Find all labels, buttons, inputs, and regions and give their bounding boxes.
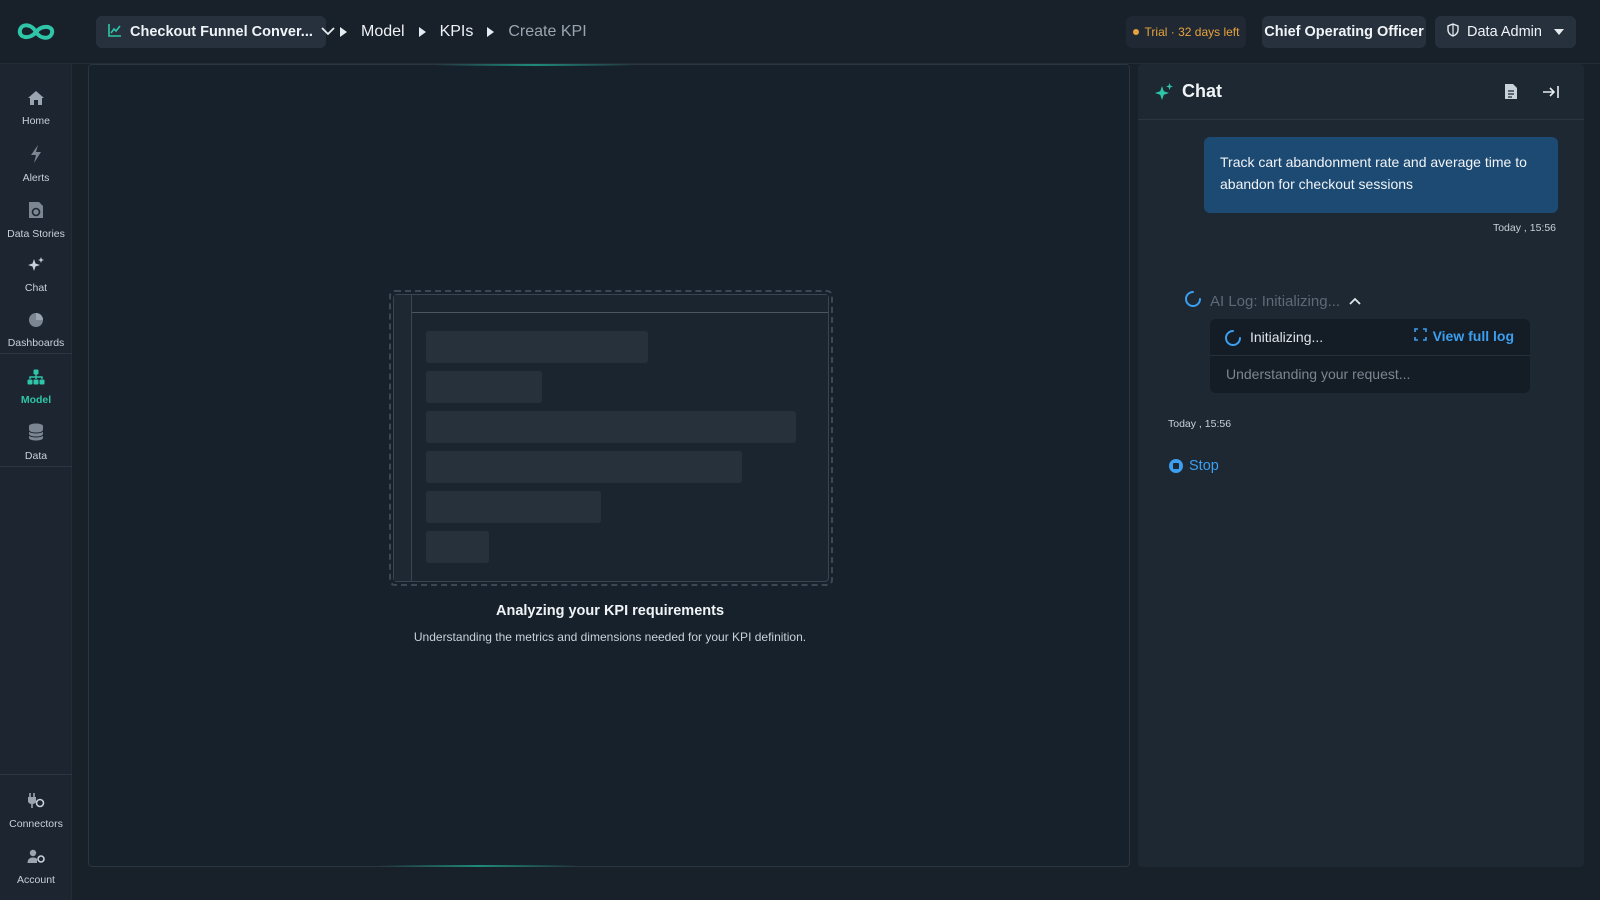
skeleton-sidebar [394, 295, 412, 581]
expand-icon [1413, 328, 1427, 344]
message-timestamp: Today , 15:56 [1168, 418, 1232, 430]
sparkle-icon [1154, 83, 1174, 106]
sidebar-item-connectors[interactable]: Connectors [0, 785, 72, 837]
ai-log-label: AI Log: Initializing... [1210, 292, 1341, 310]
caret-down-icon [1554, 29, 1564, 35]
analyzing-subtitle: Understanding the metrics and dimensions… [413, 630, 807, 644]
chevron-down-icon [321, 23, 335, 41]
kpi-skeleton-placeholder [389, 290, 833, 586]
caret-right-icon [487, 27, 495, 37]
log-detail: Understanding your request... [1226, 366, 1411, 382]
lightning-icon [30, 144, 42, 168]
view-full-log-label: View full log [1432, 328, 1514, 344]
admin-label: Data Admin [1467, 24, 1542, 40]
user-message-bubble: Track cart abandonment rate and average … [1204, 137, 1558, 213]
stop-label: Stop [1189, 458, 1219, 474]
sidebar-item-label: Alerts [22, 171, 50, 184]
top-bar: Checkout Funnel Conver... Model KPIs Cre… [0, 0, 1600, 64]
home-icon [27, 90, 45, 111]
loading-glow [434, 64, 634, 66]
skeleton-bar [426, 331, 648, 363]
caret-right-icon [418, 27, 426, 37]
ai-log-header: Initializing... View full log [1210, 319, 1530, 356]
chat-header: Chat [1138, 64, 1584, 120]
sidebar-item-alerts[interactable]: Alerts [0, 138, 72, 190]
spinner-icon [1224, 329, 1242, 352]
sidebar-item-label: Connectors [9, 817, 63, 830]
role-label: Chief Operating Officer [1264, 24, 1424, 40]
caret-right-icon [340, 27, 347, 37]
chat-panel: Chat Track cart abandonment rate and ave… [1138, 64, 1584, 867]
sidebar-divider [0, 466, 72, 467]
breadcrumb-model[interactable]: Model [361, 23, 405, 41]
trial-badge[interactable]: Trial · 32 days left [1126, 16, 1246, 48]
sidebar-item-label: Data Stories [7, 227, 65, 240]
status-dot-icon [1132, 29, 1139, 35]
ai-log-box: Initializing... View full log Understand… [1210, 319, 1530, 393]
skeleton-window [393, 294, 829, 582]
role-button[interactable]: Chief Operating Officer [1262, 16, 1426, 48]
breadcrumb-kpis[interactable]: KPIs [440, 23, 474, 41]
skeleton-bar [426, 491, 601, 523]
shield-icon [1447, 23, 1459, 41]
sidebar: Home Alerts Data Stories Chat Dashboards… [0, 64, 72, 900]
sidebar-item-label: Dashboards [7, 336, 65, 349]
pie-icon [28, 312, 44, 333]
plug-icon [27, 792, 45, 814]
analyzing-title: Analyzing your KPI requirements [495, 603, 725, 619]
sidebar-item-data[interactable]: Data [0, 416, 72, 468]
sidebar-divider [0, 774, 72, 775]
log-status: Initializing... [1250, 329, 1324, 345]
spinner-icon [1184, 290, 1202, 312]
database-icon [28, 423, 44, 446]
message-timestamp: Today , 15:56 [1492, 222, 1556, 234]
sidebar-item-label: Model [20, 393, 52, 406]
chat-title: Chat [1182, 81, 1222, 101]
sidebar-divider [0, 353, 72, 354]
project-name: Checkout Funnel Conver... [130, 24, 313, 40]
chevron-up-icon [1348, 293, 1362, 310]
hierarchy-icon [27, 369, 45, 390]
sidebar-item-label: Chat [24, 281, 48, 294]
breadcrumb-create-kpi: Create KPI [508, 23, 587, 40]
document-icon[interactable] [1504, 83, 1518, 105]
stop-icon [1169, 459, 1183, 473]
sidebar-item-home[interactable]: Home [0, 82, 72, 134]
breadcrumb: Model KPIs Create KPI [340, 16, 587, 48]
skeleton-bar [426, 531, 489, 563]
stop-button[interactable]: Stop [1169, 458, 1219, 474]
view-full-log-button[interactable]: View full log [1413, 328, 1514, 344]
app-logo[interactable] [14, 18, 58, 46]
chart-line-icon [108, 23, 122, 42]
skeleton-bar [426, 451, 742, 483]
trial-label: Trial · 32 days left [1144, 25, 1240, 39]
sidebar-item-chat[interactable]: Chat [0, 249, 72, 301]
data-admin-dropdown[interactable]: Data Admin [1435, 16, 1576, 48]
skeleton-bar [426, 411, 796, 443]
sidebar-item-account[interactable]: Account [0, 841, 72, 893]
sidebar-item-label: Home [21, 114, 50, 127]
ai-log-toggle[interactable]: AI Log: Initializing... [1184, 290, 1362, 312]
collapse-panel-icon[interactable] [1542, 85, 1560, 104]
skeleton-header [412, 295, 828, 313]
sidebar-item-dashboards[interactable]: Dashboards [0, 304, 72, 356]
sidebar-item-label: Data [24, 449, 48, 462]
sidebar-item-data-stories[interactable]: Data Stories [0, 194, 72, 246]
loading-glow [379, 865, 579, 867]
story-icon [28, 201, 44, 224]
skeleton-bar [426, 371, 542, 403]
sparkle-icon [27, 256, 45, 278]
project-selector[interactable]: Checkout Funnel Conver... [96, 16, 335, 48]
main-canvas: Analyzing your KPI requirements Understa… [88, 64, 1130, 867]
sidebar-item-label: Account [17, 873, 55, 886]
user-gear-icon [27, 849, 45, 870]
sidebar-item-model[interactable]: Model [0, 361, 72, 413]
